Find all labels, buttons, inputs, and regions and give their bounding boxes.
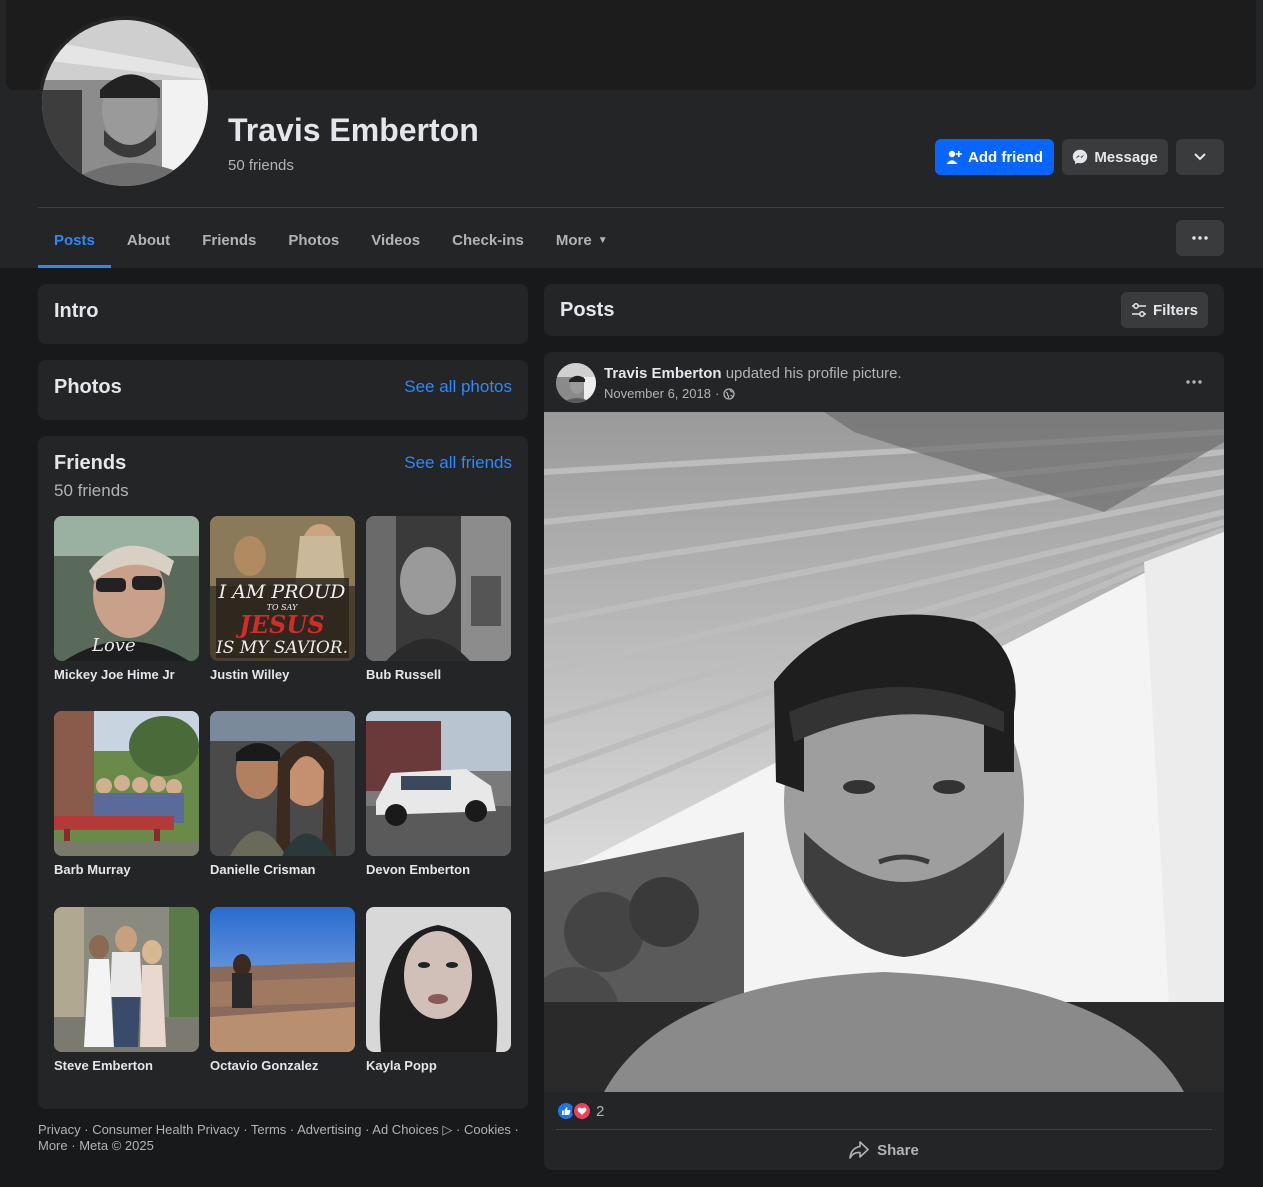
friends-count: 50 friends	[54, 481, 129, 500]
more-dots-icon	[1186, 380, 1202, 384]
tab-check-ins[interactable]: Check-ins	[436, 212, 540, 268]
profile-name: Travis Emberton	[228, 112, 479, 148]
friend-card[interactable]: Bub Russell	[366, 516, 511, 682]
friend-photo-love-text: Love	[91, 635, 136, 656]
friend-photo[interactable]	[210, 711, 355, 856]
tab-about[interactable]: About	[111, 212, 186, 268]
profile-tabs: Posts About Friends Photos Videos Check-…	[38, 212, 624, 268]
message-label: Message	[1094, 148, 1158, 166]
chevron-down-icon	[1194, 153, 1206, 161]
post-timestamp: November 6, 2018 ·	[604, 386, 735, 401]
friend-card[interactable]: Danielle Crisman	[210, 711, 355, 877]
footer-links: Privacy · Consumer Health Privacy · Term…	[38, 1122, 519, 1153]
post-author-name[interactable]: Travis Emberton	[604, 365, 722, 382]
tab-friends[interactable]: Friends	[186, 212, 272, 268]
friend-photo[interactable]	[54, 711, 199, 856]
friend-name[interactable]: Danielle Crisman	[210, 862, 355, 877]
friend-photo[interactable]	[210, 907, 355, 1052]
friend-card[interactable]: Barb Murray	[54, 711, 199, 877]
friend-card[interactable]: I AM PROUD TO SAY JESUS IS MY SAVIOR. Ju…	[210, 516, 355, 682]
friend-photo[interactable]: Love	[54, 516, 199, 661]
caret-down-icon: ▼	[597, 234, 608, 246]
friend-photo[interactable]	[366, 907, 511, 1052]
post-actions-divider	[556, 1129, 1212, 1130]
friend-name[interactable]: Barb Murray	[54, 862, 199, 877]
add-friend-label: Add friend	[968, 148, 1043, 166]
filters-button[interactable]: Filters	[1121, 292, 1208, 328]
separator-dot: ·	[714, 386, 720, 401]
profile-options-dropdown[interactable]	[1176, 139, 1224, 175]
post-action-text: updated his profile picture.	[725, 365, 902, 382]
post-header-text: Travis Emberton updated his profile pict…	[604, 365, 902, 382]
tab-more-label: More	[555, 231, 592, 249]
photos-card: Photos See all photos	[38, 360, 528, 420]
filters-icon	[1131, 303, 1146, 317]
friend-photo[interactable]	[54, 907, 199, 1052]
post-date[interactable]: November 6, 2018	[604, 386, 711, 401]
friend-name[interactable]: Mickey Joe Hime Jr	[54, 667, 199, 682]
friend-card[interactable]: Kayla Popp	[366, 907, 511, 1073]
friend-photo[interactable]: I AM PROUD TO SAY JESUS IS MY SAVIOR.	[210, 516, 355, 661]
reaction-count: 2	[596, 1102, 605, 1120]
post-author-avatar[interactable]	[556, 363, 596, 403]
tab-posts[interactable]: Posts	[38, 212, 111, 268]
filters-label: Filters	[1152, 301, 1198, 319]
globe-icon	[723, 387, 735, 400]
footer-link-terms[interactable]: Terms	[251, 1122, 286, 1137]
friend-name[interactable]: Octavio Gonzalez	[210, 1058, 355, 1073]
footer-link-privacy[interactable]: Privacy	[38, 1122, 81, 1137]
share-icon	[849, 1141, 869, 1159]
friends-card: Friends 50 friends See all friends Love …	[38, 436, 528, 1109]
footer-link-advertising[interactable]: Advertising	[297, 1122, 361, 1137]
footer-link-ad-choices[interactable]: Ad Choices ▷	[372, 1122, 452, 1137]
posts-title: Posts	[560, 299, 615, 321]
more-dots-icon	[1192, 236, 1208, 240]
more-options-button[interactable]	[1176, 220, 1224, 256]
friend-name[interactable]: Justin Willey	[210, 667, 355, 682]
friend-photo[interactable]	[366, 711, 511, 856]
friend-card[interactable]: Devon Emberton	[366, 711, 511, 877]
friend-card[interactable]: Love Mickey Joe Hime Jr	[54, 516, 199, 682]
add-person-icon	[946, 150, 962, 164]
share-button[interactable]: Share	[556, 1134, 1212, 1166]
image-text-line3: JESUS	[235, 610, 324, 639]
friends-title: Friends	[54, 452, 127, 474]
see-all-photos-link[interactable]: See all photos	[404, 377, 512, 397]
footer-link-more[interactable]: More	[38, 1138, 68, 1153]
friend-card[interactable]: Octavio Gonzalez	[210, 907, 355, 1073]
share-label: Share	[877, 1141, 919, 1159]
add-friend-button[interactable]: Add friend	[935, 139, 1054, 175]
message-button[interactable]: Message	[1062, 139, 1168, 175]
footer-link-ad-choices-label: Ad Choices	[372, 1122, 439, 1137]
friend-name[interactable]: Bub Russell	[366, 667, 511, 682]
image-text-line1: I AM PROUD	[218, 581, 346, 603]
profile-picture[interactable]	[38, 16, 212, 190]
ad-choices-icon: ▷	[442, 1122, 453, 1137]
photos-title: Photos	[54, 376, 122, 398]
tab-photos[interactable]: Photos	[272, 212, 355, 268]
friend-card[interactable]: Steve Emberton	[54, 907, 199, 1073]
friend-name[interactable]: Steve Emberton	[54, 1058, 199, 1073]
post-options-button[interactable]	[1176, 366, 1212, 398]
messenger-icon	[1073, 149, 1088, 165]
tab-more[interactable]: More ▼	[540, 212, 624, 268]
intro-card: Intro	[38, 284, 528, 344]
intro-title: Intro	[54, 300, 99, 322]
profile-friend-count[interactable]: 50 friends	[228, 157, 294, 174]
friend-name[interactable]: Devon Emberton	[366, 862, 511, 877]
post-reactions[interactable]: 2	[556, 1101, 604, 1121]
tab-videos[interactable]: Videos	[355, 212, 436, 268]
image-text-line4: IS MY SAVIOR.	[215, 638, 348, 658]
footer-copyright: Meta © 2025	[79, 1138, 154, 1153]
love-reaction-icon	[572, 1101, 592, 1121]
friend-name[interactable]: Kayla Popp	[366, 1058, 511, 1073]
footer-link-cookies[interactable]: Cookies	[464, 1122, 511, 1137]
footer-link-consumer-health-privacy[interactable]: Consumer Health Privacy	[92, 1122, 239, 1137]
header-divider	[38, 207, 1224, 208]
friend-photo[interactable]	[366, 516, 511, 661]
see-all-friends-link[interactable]: See all friends	[404, 453, 512, 473]
post-photo[interactable]	[544, 412, 1224, 1092]
